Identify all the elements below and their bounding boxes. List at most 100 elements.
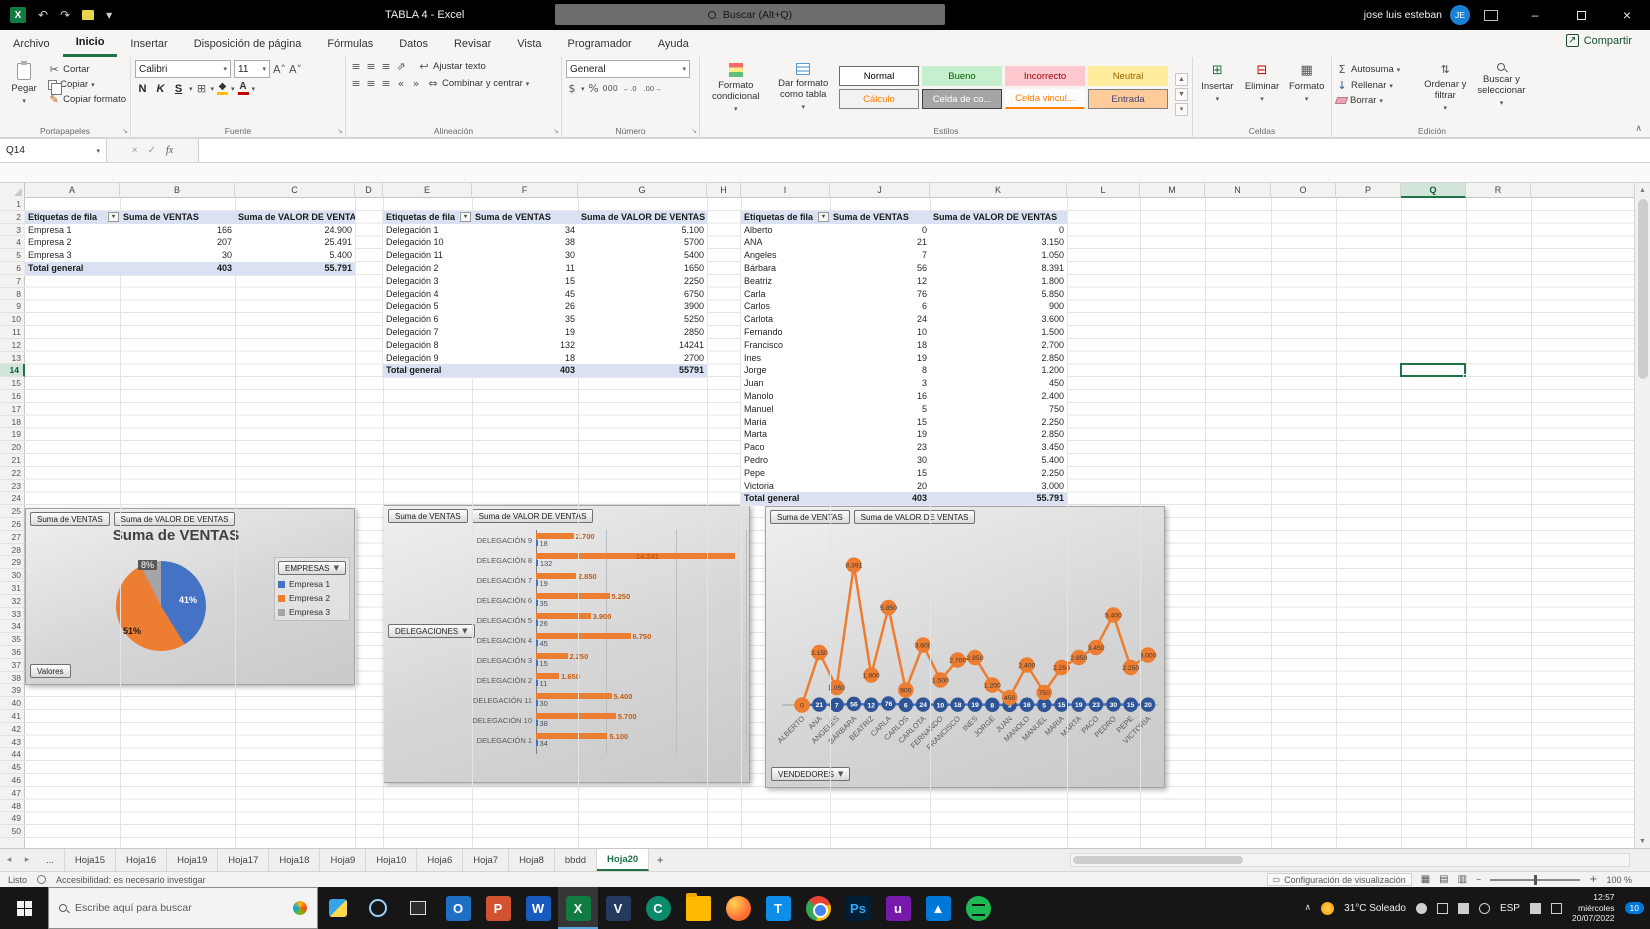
thousands-icon[interactable]: 000 [603, 84, 618, 93]
sheet-grid[interactable]: Suma de VENTAS Suma de VALOR DE VENTAS S… [25, 198, 1634, 848]
volume-icon[interactable] [1529, 902, 1541, 914]
field-button-valor[interactable]: Suma de VALOR DE VENTAS [471, 509, 594, 523]
pivot-value-cell[interactable]: 10 [830, 326, 930, 339]
row-header-9[interactable]: 9 [0, 300, 25, 314]
bar-ventas[interactable] [536, 600, 538, 606]
paste-dropdown-icon[interactable]: ▾ [22, 97, 26, 105]
pivot-value-cell[interactable]: 5.400 [235, 249, 355, 262]
sheet-tab-hoja18[interactable]: Hoja18 [269, 849, 321, 871]
font-size-combo[interactable]: 11 ▾ [234, 60, 270, 78]
pivot-value-cell[interactable]: 5.850 [930, 288, 1067, 301]
axis-field-button[interactable]: DELEGACIONES ▼ [388, 624, 475, 638]
ribbon-tab-programador[interactable]: Programador [555, 30, 645, 57]
share-button[interactable]: ↗ Compartir [1565, 34, 1632, 47]
ribbon-tab-inicio[interactable]: Inicio [62, 30, 118, 57]
orientation-icon[interactable]: ⇗ [395, 60, 407, 73]
pivot-value-cell[interactable]: 132 [472, 339, 578, 352]
marker-ventas[interactable]: 30 [1106, 697, 1121, 712]
pivot-row-label[interactable]: Delegación 8 [383, 339, 472, 352]
pivot-value-cell[interactable]: 18 [830, 339, 930, 352]
format-as-table-button[interactable]: Dar formato como tabla ▾ [772, 60, 836, 122]
row-header-7[interactable]: 7 [0, 275, 25, 288]
row-header-24[interactable]: 24 [0, 492, 25, 506]
row-header-4[interactable]: 4 [0, 236, 25, 250]
pivot-row-label[interactable]: Bárbara [741, 262, 830, 275]
start-button[interactable] [0, 887, 48, 929]
row-header-49[interactable]: 49 [0, 812, 25, 826]
marker-valor[interactable]: 0 [794, 697, 810, 713]
pivot-table-vendedores[interactable]: Etiquetas de fila ▼ Suma de VENTAS Suma de … [741, 210, 1067, 506]
column-header-K[interactable]: K [930, 183, 1067, 198]
highlighter-icon[interactable] [82, 10, 95, 20]
marker-ventas[interactable]: 19 [1071, 697, 1086, 712]
undo-icon[interactable]: ↶ [38, 8, 48, 22]
pivot-row-label[interactable]: Marta [741, 428, 830, 441]
bar-ventas[interactable] [536, 680, 538, 686]
pivot-value-cell[interactable]: 1.500 [930, 326, 1067, 339]
row-header-13[interactable]: 13 [0, 352, 25, 365]
marker-ventas[interactable]: 10 [933, 697, 948, 712]
bar-ventas[interactable] [536, 540, 538, 546]
row-header-48[interactable]: 48 [0, 800, 25, 813]
marker-ventas[interactable]: 7 [829, 697, 844, 713]
marker-ventas[interactable]: 15 [1123, 697, 1138, 712]
field-button-ventas[interactable]: Suma de VENTAS [770, 510, 850, 524]
pivot-value-cell[interactable]: 16 [830, 390, 930, 403]
pivot-value-cell[interactable]: 18 [472, 352, 578, 365]
pivot-value-cell[interactable]: 19 [830, 428, 930, 441]
row-header-11[interactable]: 11 [0, 326, 25, 339]
taskbar-app-app-v[interactable]: V [598, 887, 638, 929]
column-header-E[interactable]: E [383, 183, 472, 198]
marker-ventas[interactable]: 20 [1140, 697, 1156, 712]
pivot-value-cell[interactable]: 5400 [578, 249, 707, 262]
column-header-J[interactable]: J [830, 183, 930, 198]
weather-text[interactable]: 31°C Soleado [1344, 903, 1406, 914]
pivot-value-cell[interactable]: 24 [830, 313, 930, 326]
find-select-button[interactable]: Buscar y seleccionar ▾ [1475, 60, 1528, 122]
row-header-35[interactable]: 35 [0, 633, 25, 646]
view-page-layout-icon[interactable]: ▤ [1439, 874, 1448, 885]
pivot-value-cell[interactable]: 20 [830, 480, 930, 493]
pivot-value-cell[interactable]: 900 [930, 300, 1067, 313]
sheet-tab-hoja20[interactable]: Hoja20 [597, 849, 650, 871]
row-header-41[interactable]: 41 [0, 710, 25, 723]
pivot-value-cell[interactable]: 45 [472, 288, 578, 301]
align-center-icon[interactable]: ≡ [365, 77, 377, 90]
pivot-row-label[interactable]: Beatriz [741, 275, 830, 288]
sheet-tab-bbdd[interactable]: bbdd [555, 849, 598, 871]
row-header-12[interactable]: 12 [0, 339, 25, 352]
pivot-row-label[interactable]: Manuel [741, 403, 830, 416]
row-header-45[interactable]: 45 [0, 761, 25, 774]
row-header-37[interactable]: 37 [0, 659, 25, 672]
increase-indent-icon[interactable]: » [410, 77, 422, 90]
row-header-42[interactable]: 42 [0, 723, 25, 736]
pivot-value-cell[interactable]: 24.900 [235, 224, 355, 237]
sheet-tab-hoja16[interactable]: Hoja16 [116, 849, 168, 871]
zoom-in-icon[interactable]: + [1589, 874, 1597, 885]
align-left-icon[interactable]: ≡ [350, 77, 362, 90]
marker-valor[interactable]: 450 [1001, 689, 1018, 706]
marker-ventas[interactable]: 6 [898, 697, 913, 713]
axis-field-button[interactable]: VENDEDORES ▼ [771, 767, 851, 781]
bar-ventas[interactable] [536, 580, 538, 586]
clear-button[interactable]: Borrar ▾ [1334, 95, 1416, 106]
pivot-table-empresas[interactable]: Etiquetas de fila ▼ Suma de VENTAS Suma de … [25, 210, 355, 275]
sheet-tab-hoja9[interactable]: Hoja9 [320, 849, 367, 871]
view-page-break-icon[interactable]: ▥ [1458, 874, 1467, 885]
row-header-39[interactable]: 39 [0, 684, 25, 698]
font-color-button[interactable]: A [237, 82, 249, 95]
percent-icon[interactable]: % [588, 82, 600, 95]
bar-ventas[interactable] [536, 740, 538, 746]
pivot-total-cell[interactable]: 403 [472, 364, 578, 378]
pivot-total-cell[interactable]: Total general [741, 492, 830, 506]
taskbar-app-spotify[interactable] [958, 887, 998, 929]
pivot-value-cell[interactable]: 30 [120, 249, 235, 262]
pivot-row-label[interactable]: Empresa 1 [25, 224, 120, 237]
marker-ventas[interactable]: 23 [1088, 697, 1104, 712]
fill-color-button[interactable]: ◆ [217, 82, 229, 95]
pivot-row-label[interactable]: Fernando [741, 326, 830, 339]
pivot-value-cell[interactable]: 2.850 [930, 352, 1067, 365]
row-header-5[interactable]: 5 [0, 249, 25, 262]
bar-chart[interactable]: Suma de VENTAS Suma de VALOR DE VENTAS D… [383, 505, 750, 783]
taskbar-clock[interactable]: 12:57 miércoles 20/07/2022 [1572, 892, 1615, 924]
